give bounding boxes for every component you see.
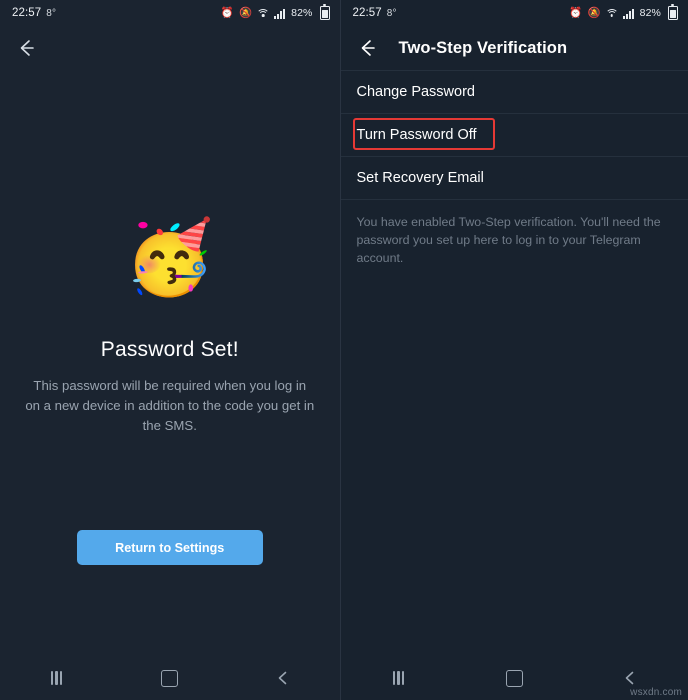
list-item-change-password[interactable]: Change Password: [340, 71, 688, 114]
back-arrow-icon[interactable]: [14, 36, 38, 60]
page-title: Password Set!: [100, 338, 239, 361]
home-icon[interactable]: [147, 656, 193, 700]
status-temperature: 8°: [386, 7, 397, 19]
status-bar-right: 22:57 8° ⏰ 🔕 82%: [341, 0, 688, 26]
back-nav-icon[interactable]: [260, 656, 306, 700]
home-icon[interactable]: [491, 656, 537, 700]
page-description: This password will be required when you …: [25, 378, 315, 434]
settings-list: Change Password Turn Password Off Set Re…: [340, 71, 688, 200]
status-icons: ⏰ 🔕 82%: [220, 4, 330, 20]
alarm-clock-icon: ⏰: [220, 6, 234, 19]
info-text: You have enabled Two-Step verification. …: [356, 215, 661, 265]
screenshot-root: 22:57 8° ⏰ 🔕 82% 🥳 Password Set! This pa…: [0, 0, 688, 700]
status-temperature: 8°: [46, 7, 57, 19]
battery-percent: 82%: [639, 7, 661, 19]
battery-icon: [668, 4, 678, 20]
status-bar-left: 22:57 8° ⏰ 🔕 82%: [0, 0, 340, 26]
list-item-label: Change Password: [356, 84, 476, 100]
battery-percent: 82%: [291, 7, 313, 19]
back-arrow-icon[interactable]: [355, 36, 379, 60]
left-phone-screen: 22:57 8° ⏰ 🔕 82% 🥳 Password Set! This pa…: [0, 0, 340, 700]
password-set-body: 🥳 Password Set! This password will be re…: [0, 70, 340, 656]
wifi-icon: [605, 8, 619, 18]
wifi-icon: [256, 8, 270, 18]
cellular-signal-icon: [622, 8, 634, 19]
status-clock: 22:57: [352, 7, 382, 19]
page-title: Two-Step Verification: [398, 38, 568, 57]
right-phone-screen: 22:57 8° ⏰ 🔕 82% Two-Step Verification C…: [339, 0, 688, 700]
mute-bell-icon: 🔕: [238, 6, 253, 19]
party-face-emoji: 🥳: [124, 218, 215, 298]
return-to-settings-button[interactable]: Return to Settings: [76, 530, 263, 565]
list-item-turn-password-off[interactable]: Turn Password Off: [340, 114, 688, 157]
status-icons: ⏰ 🔕 82%: [569, 4, 678, 20]
list-item-label: Set Recovery Email: [356, 170, 484, 186]
alarm-clock-icon: ⏰: [569, 6, 583, 19]
two-step-verification-body: Change Password Turn Password Off Set Re…: [340, 71, 688, 656]
left-app-bar: [0, 26, 340, 70]
recent-apps-icon[interactable]: [375, 656, 421, 700]
list-item-set-recovery-email[interactable]: Set Recovery Email: [340, 157, 688, 200]
list-item-label: Turn Password Off: [356, 127, 477, 143]
nav-bar-left: [0, 656, 340, 700]
battery-icon: [319, 4, 330, 20]
recent-apps-icon[interactable]: [34, 656, 80, 700]
mute-bell-icon: 🔕: [587, 6, 601, 19]
two-step-verification-app-bar: Two-Step Verification: [340, 26, 688, 71]
watermark: wsxdn.com: [630, 687, 682, 698]
status-clock: 22:57: [12, 7, 42, 19]
cellular-signal-icon: [274, 8, 286, 19]
